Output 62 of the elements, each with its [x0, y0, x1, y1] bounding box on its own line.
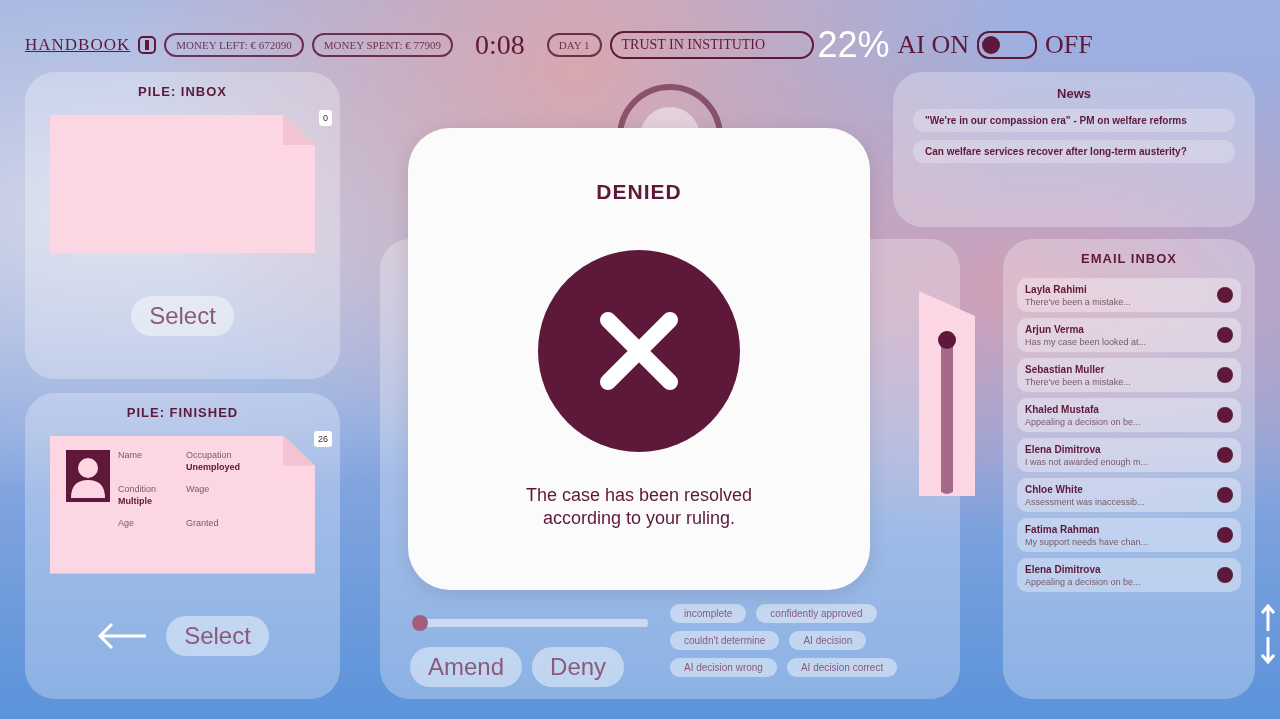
pile-title: PILE: INBOX — [138, 84, 227, 99]
reason-tag[interactable]: incomplete — [670, 604, 747, 623]
email-item[interactable]: Elena Dimitrova Appealing a decision on be... — [1017, 558, 1241, 592]
field-label: Condition — [118, 483, 158, 494]
email-preview: Appealing a decision on be... — [1025, 416, 1141, 427]
email-item[interactable]: Fatima Rahman My support needs have chan... — [1017, 518, 1241, 552]
field-label: Occupation — [186, 449, 233, 460]
email-title: EMAIL INBOX — [1080, 251, 1178, 266]
field-label: Granted — [186, 517, 220, 528]
money-spent: MONEY SPENT: € 77909 — [311, 33, 454, 57]
sender-name: Sebastian Muller — [1025, 363, 1106, 375]
sender-name: Chloe White — [1025, 483, 1084, 495]
email-item[interactable]: Chloe White Assessment was inaccessib... — [1017, 478, 1241, 512]
handbook-link[interactable]: HANDBOOK — [25, 35, 131, 55]
sender-name: Elena Dimitrova — [1025, 443, 1102, 455]
email-preview: My support needs have chan... — [1025, 536, 1149, 547]
ai-off-label: OFF — [1045, 30, 1093, 60]
day-counter: DAY 1 — [546, 33, 602, 57]
field-label: Wage — [186, 483, 211, 494]
select-button[interactable]: Select — [166, 616, 269, 657]
news-title: News — [1056, 86, 1092, 101]
trust-label: TRUST IN INSTITUTIO — [609, 31, 814, 59]
email-preview: Assessment was inaccessib... — [1025, 496, 1145, 507]
email-item[interactable]: Arjun Verma Has my case been looked at... — [1017, 318, 1241, 352]
sender-name: Fatima Rahman — [1025, 523, 1101, 535]
ai-on-label: AI ON — [897, 30, 970, 60]
dialog-title: DENIED — [596, 180, 682, 204]
sender-name: Khaled Mustafa — [1025, 403, 1100, 415]
dialog-message: The case has been resolved according to your ruling. — [524, 484, 754, 531]
pile-title: PILE: FINISHED — [126, 404, 239, 420]
case-document[interactable]: Name Occupation Unemployed Condition Multiple Wage Age Granted — [50, 435, 315, 574]
email-item[interactable]: Layla Rahimi There've been a mistake... — [1017, 278, 1241, 312]
field-label: Name — [118, 449, 143, 460]
email-preview: I was not awarded enough m... — [1025, 456, 1149, 467]
email-preview: Appealing a decision on be... — [1025, 576, 1141, 587]
pile-count: 26 — [314, 430, 332, 447]
reason-tag[interactable]: AI decision wrong — [670, 658, 777, 677]
email-item[interactable]: Khaled Mustafa Appealing a decision on be... — [1017, 398, 1241, 432]
field-value: Multiple — [118, 495, 153, 506]
field-label: Age — [118, 517, 135, 528]
decision-button[interactable]: Deny — [532, 647, 625, 687]
decision-button[interactable]: Amend — [410, 647, 523, 687]
select-button[interactable]: Select — [131, 295, 234, 336]
email-preview: Has my case been looked at... — [1025, 336, 1147, 347]
news-item[interactable]: Can welfare services recover after long-term austerity? — [913, 140, 1235, 163]
money-left: MONEY LEFT: € 672090 — [164, 33, 304, 57]
email-item[interactable]: Elena Dimitrova I was not awarded enough m... — [1017, 438, 1241, 472]
sender-name: Layla Rahimi — [1025, 283, 1088, 295]
reason-tag[interactable]: AI decision — [789, 631, 867, 650]
reason-tag[interactable]: confidently approved — [756, 604, 877, 623]
email-item[interactable]: Sebastian Muller There've been a mistake... — [1017, 358, 1241, 392]
email-preview: There've been a mistake... — [1025, 296, 1131, 307]
email-preview: There've been a mistake... — [1025, 376, 1131, 387]
reason-tag[interactable]: couldn't determine — [670, 631, 780, 650]
news-item[interactable]: "We're in our compassion era" - PM on welfare reforms — [913, 109, 1235, 132]
timer: 0:08 — [475, 29, 525, 61]
field-value: Unemployed — [186, 461, 241, 472]
trust-percentage: 22% — [817, 24, 890, 66]
sender-name: Elena Dimitrova — [1025, 563, 1102, 575]
sender-name: Arjun Verma — [1025, 323, 1085, 335]
pile-count: 0 — [319, 110, 332, 126]
reason-tag[interactable]: AI decision correct — [786, 658, 898, 677]
